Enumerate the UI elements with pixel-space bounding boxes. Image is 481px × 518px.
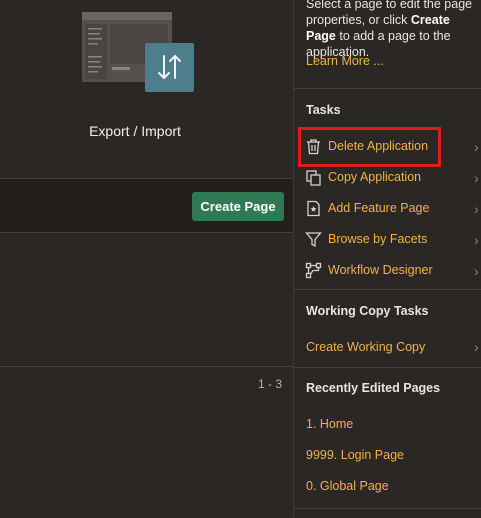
chevron-right-icon: › — [474, 339, 479, 355]
pagination-range: 1 - 3 — [258, 377, 283, 391]
export-import-tile[interactable]: Export / Import — [0, 0, 293, 178]
task-label: Copy Application — [328, 170, 422, 184]
task-label: Delete Application — [328, 139, 429, 153]
divider — [294, 289, 481, 290]
trash-icon — [307, 139, 320, 155]
divider — [294, 88, 481, 89]
recent-page-link[interactable]: 1. Home — [306, 417, 353, 431]
filter-icon — [305, 232, 322, 248]
divider — [0, 366, 293, 367]
task-label: Browse by Facets — [328, 232, 428, 246]
learn-more-link[interactable]: Learn More ... — [306, 54, 384, 68]
chevron-right-icon: › — [474, 139, 479, 155]
divider — [294, 367, 481, 368]
feature-page-icon — [307, 200, 320, 217]
chevron-right-icon: › — [474, 263, 479, 279]
recent-pages-heading: Recently Edited Pages — [306, 381, 441, 395]
task-copy-application[interactable]: Copy Application › — [294, 165, 481, 191]
chevron-right-icon: › — [474, 201, 479, 217]
recent-page-link[interactable]: 9999. Login Page — [306, 448, 404, 462]
tasks-heading: Tasks — [306, 103, 341, 117]
task-label: Workflow Designer — [328, 263, 433, 277]
chevron-right-icon: › — [474, 170, 479, 186]
working-copy-heading: Working Copy Tasks — [306, 304, 429, 318]
export-import-illustration-icon — [82, 12, 194, 92]
task-browse-by-facets[interactable]: Browse by Facets › — [294, 227, 481, 253]
chevron-right-icon: › — [474, 232, 479, 248]
recent-page-link[interactable]: 0. Global Page — [306, 479, 389, 493]
task-label: Add Feature Page — [328, 201, 430, 215]
create-working-copy-link[interactable]: Create Working Copy — [306, 340, 425, 354]
divider — [0, 232, 293, 233]
divider — [294, 508, 481, 509]
task-delete-application[interactable]: Delete Application › — [294, 134, 481, 160]
main-panel: Export / Import Create Page 1 - 3 — [0, 0, 293, 518]
copy-icon — [306, 170, 321, 186]
workflow-icon — [305, 262, 322, 279]
task-workflow-designer[interactable]: Workflow Designer › — [294, 258, 481, 284]
tile-label: Export / Import — [89, 123, 181, 139]
create-page-button[interactable]: Create Page — [192, 192, 284, 221]
task-add-feature-page[interactable]: Add Feature Page › — [294, 196, 481, 222]
sidebar-intro-text: Select a page to edit the page propertie… — [306, 0, 481, 60]
sidebar: Select a page to edit the page propertie… — [293, 0, 481, 518]
